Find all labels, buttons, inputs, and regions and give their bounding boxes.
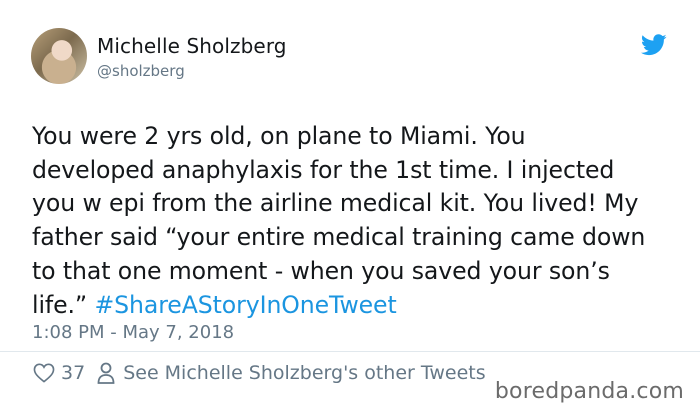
twitter-bird-icon[interactable]	[641, 34, 667, 56]
person-icon	[97, 362, 115, 384]
avatar[interactable]	[31, 28, 87, 84]
tweet-text-last-line: life.” #ShareAStoryInOneTweet	[32, 289, 672, 323]
author-handle[interactable]: @sholzberg	[97, 61, 287, 81]
tweet-text-line: You were 2 yrs old, on plane to Miami. Y…	[32, 122, 526, 150]
tweet-text: You were 2 yrs old, on plane to Miami. Y…	[32, 120, 672, 322]
tweet-text-line-end: life.”	[32, 290, 95, 319]
watermark: boredpanda.com	[494, 379, 684, 404]
author-info: Michelle Sholzberg @sholzberg	[97, 34, 287, 81]
other-tweets-link[interactable]: See Michelle Sholzberg's other Tweets	[123, 362, 485, 384]
tweet-text-line: developed anaphylaxis for the 1st time. …	[32, 155, 615, 184]
tweet-actions: 37 See Michelle Sholzberg's other Tweets	[33, 358, 486, 388]
divider	[0, 351, 700, 352]
tweet-text-line: you w epi from the airline medical kit. …	[32, 189, 639, 218]
like-count: 37	[61, 362, 86, 384]
heart-icon[interactable]	[33, 363, 55, 383]
tweet-timestamp[interactable]: 1:08 PM - May 7, 2018	[32, 321, 234, 345]
tweet-text-line: to that one moment - when you saved your…	[32, 256, 610, 285]
tweet-header: Michelle Sholzberg @sholzberg	[31, 28, 287, 84]
tweet-text-line: father said “your entire medical trainin…	[32, 223, 646, 252]
tweet-card: Michelle Sholzberg @sholzberg You were 2…	[0, 0, 700, 415]
hashtag-link[interactable]: #ShareAStoryInOneTweet	[94, 291, 396, 319]
author-display-name[interactable]: Michelle Sholzberg	[97, 34, 287, 58]
